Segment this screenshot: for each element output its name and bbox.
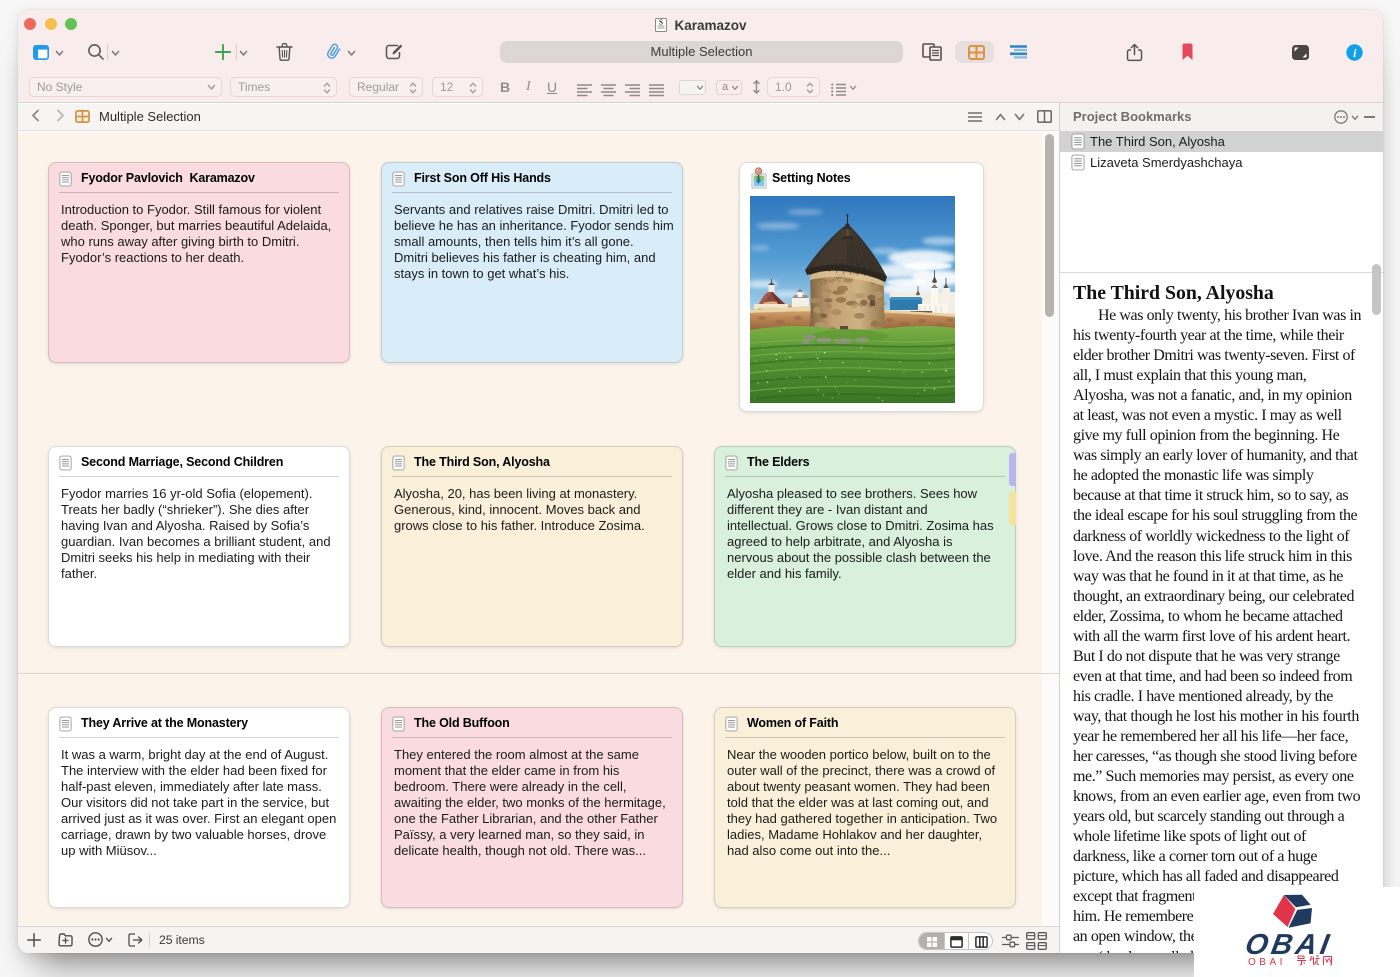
svg-text:OBAI: OBAI bbox=[1248, 957, 1286, 968]
svg-text:S: S bbox=[660, 19, 664, 27]
